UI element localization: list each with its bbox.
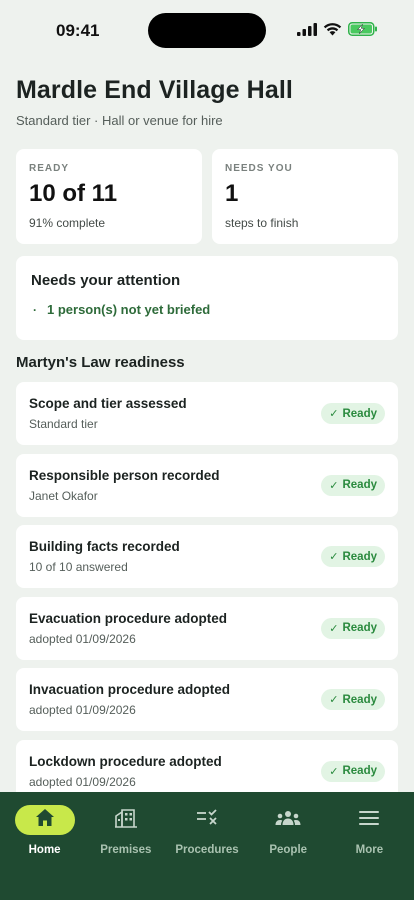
badge-label: Ready (342, 693, 377, 706)
readiness-list: Scope and tier assessed Standard tier ✓ … (16, 382, 398, 811)
tab-bar: Home Premises Procedures People More (0, 792, 414, 900)
check-icon: ✓ (329, 622, 339, 635)
attention-item-text: 1 person(s) not yet briefed (47, 302, 211, 317)
bullet: · (33, 302, 37, 317)
status-bar: 09:41 (0, 0, 414, 60)
battery-charging-icon (348, 22, 378, 41)
tab-more[interactable]: More (329, 792, 410, 900)
dynamic-island (148, 13, 266, 48)
badge-label: Ready (342, 765, 377, 777)
checklist-icon (195, 808, 219, 832)
ready-badge: ✓ Ready (321, 403, 385, 424)
section-title-readiness: Martyn's Law readiness (16, 354, 185, 371)
ready-badge: ✓ Ready (321, 546, 385, 567)
tab-home[interactable]: Home (4, 792, 85, 900)
status-icons (297, 22, 378, 41)
readiness-row-evacuation[interactable]: Evacuation procedure adopted adopted 01/… (16, 596, 398, 660)
badge-label: Ready (342, 479, 377, 491)
readiness-row-building-facts[interactable]: Building facts recorded 10 of 10 answere… (16, 525, 398, 588)
readiness-row-scope[interactable]: Scope and tier assessed Standard tier ✓ … (16, 382, 398, 445)
tab-people[interactable]: People (248, 792, 329, 900)
page-subtitle: Standard tier · Hall or venue for hire (16, 113, 223, 128)
tab-label: More (355, 844, 384, 856)
stats-row: READY 10 of 11 91% complete NEEDS YOU 1 … (16, 149, 398, 244)
badge-label: Ready (342, 622, 377, 634)
tab-procedures[interactable]: Procedures (166, 792, 247, 900)
tab-label: Home (28, 844, 61, 856)
stat-card-ready: READY 10 of 11 91% complete (16, 149, 202, 244)
check-icon: ✓ (329, 408, 339, 420)
cellular-signal-icon (297, 22, 317, 41)
stat-card-needs-you: NEEDS YOU 1 steps to finish (212, 149, 398, 244)
ready-badge: ✓ Ready (321, 689, 385, 710)
page-title: Mardle End Village Hall (16, 76, 293, 104)
readiness-row-responsible-person[interactable]: Responsible person recorded Janet Okafor… (16, 453, 398, 517)
status-time: 09:41 (56, 21, 100, 40)
stat-value: 1 (225, 180, 239, 207)
stat-label: NEEDS YOU (225, 163, 293, 174)
stat-value: 10 of 11 (29, 180, 118, 207)
stat-label: READY (29, 163, 70, 174)
menu-icon (359, 810, 380, 831)
people-icon (275, 810, 301, 831)
attention-card: Needs your attention · 1 person(s) not y… (16, 256, 398, 340)
tab-label: People (269, 844, 308, 856)
check-icon: ✓ (329, 479, 339, 492)
badge-label: Ready (342, 550, 377, 563)
attention-item[interactable]: · 1 person(s) not yet briefed (31, 302, 383, 317)
home-icon (35, 808, 55, 832)
tab-active-pill (14, 805, 75, 835)
wifi-icon (323, 22, 342, 41)
attention-title: Needs your attention (31, 272, 181, 289)
check-icon: ✓ (329, 551, 339, 563)
stat-note: 91% complete (29, 216, 106, 230)
stat-note: steps to finish (225, 216, 299, 230)
ready-badge: ✓ Ready (321, 617, 385, 639)
building-icon (114, 808, 138, 833)
badge-label: Ready (342, 407, 377, 420)
tab-premises[interactable]: Premises (85, 792, 166, 900)
ready-badge: ✓ Ready (321, 474, 385, 496)
tab-label: Procedures (175, 844, 239, 856)
ready-badge: ✓ Ready (321, 760, 385, 782)
check-icon: ✓ (329, 765, 339, 778)
readiness-row-invacuation[interactable]: Invacuation procedure adopted adopted 01… (16, 668, 398, 731)
page-header: Mardle End Village Hall Standard tier · … (16, 76, 398, 128)
check-icon: ✓ (329, 694, 339, 706)
tab-label: Premises (100, 844, 152, 856)
